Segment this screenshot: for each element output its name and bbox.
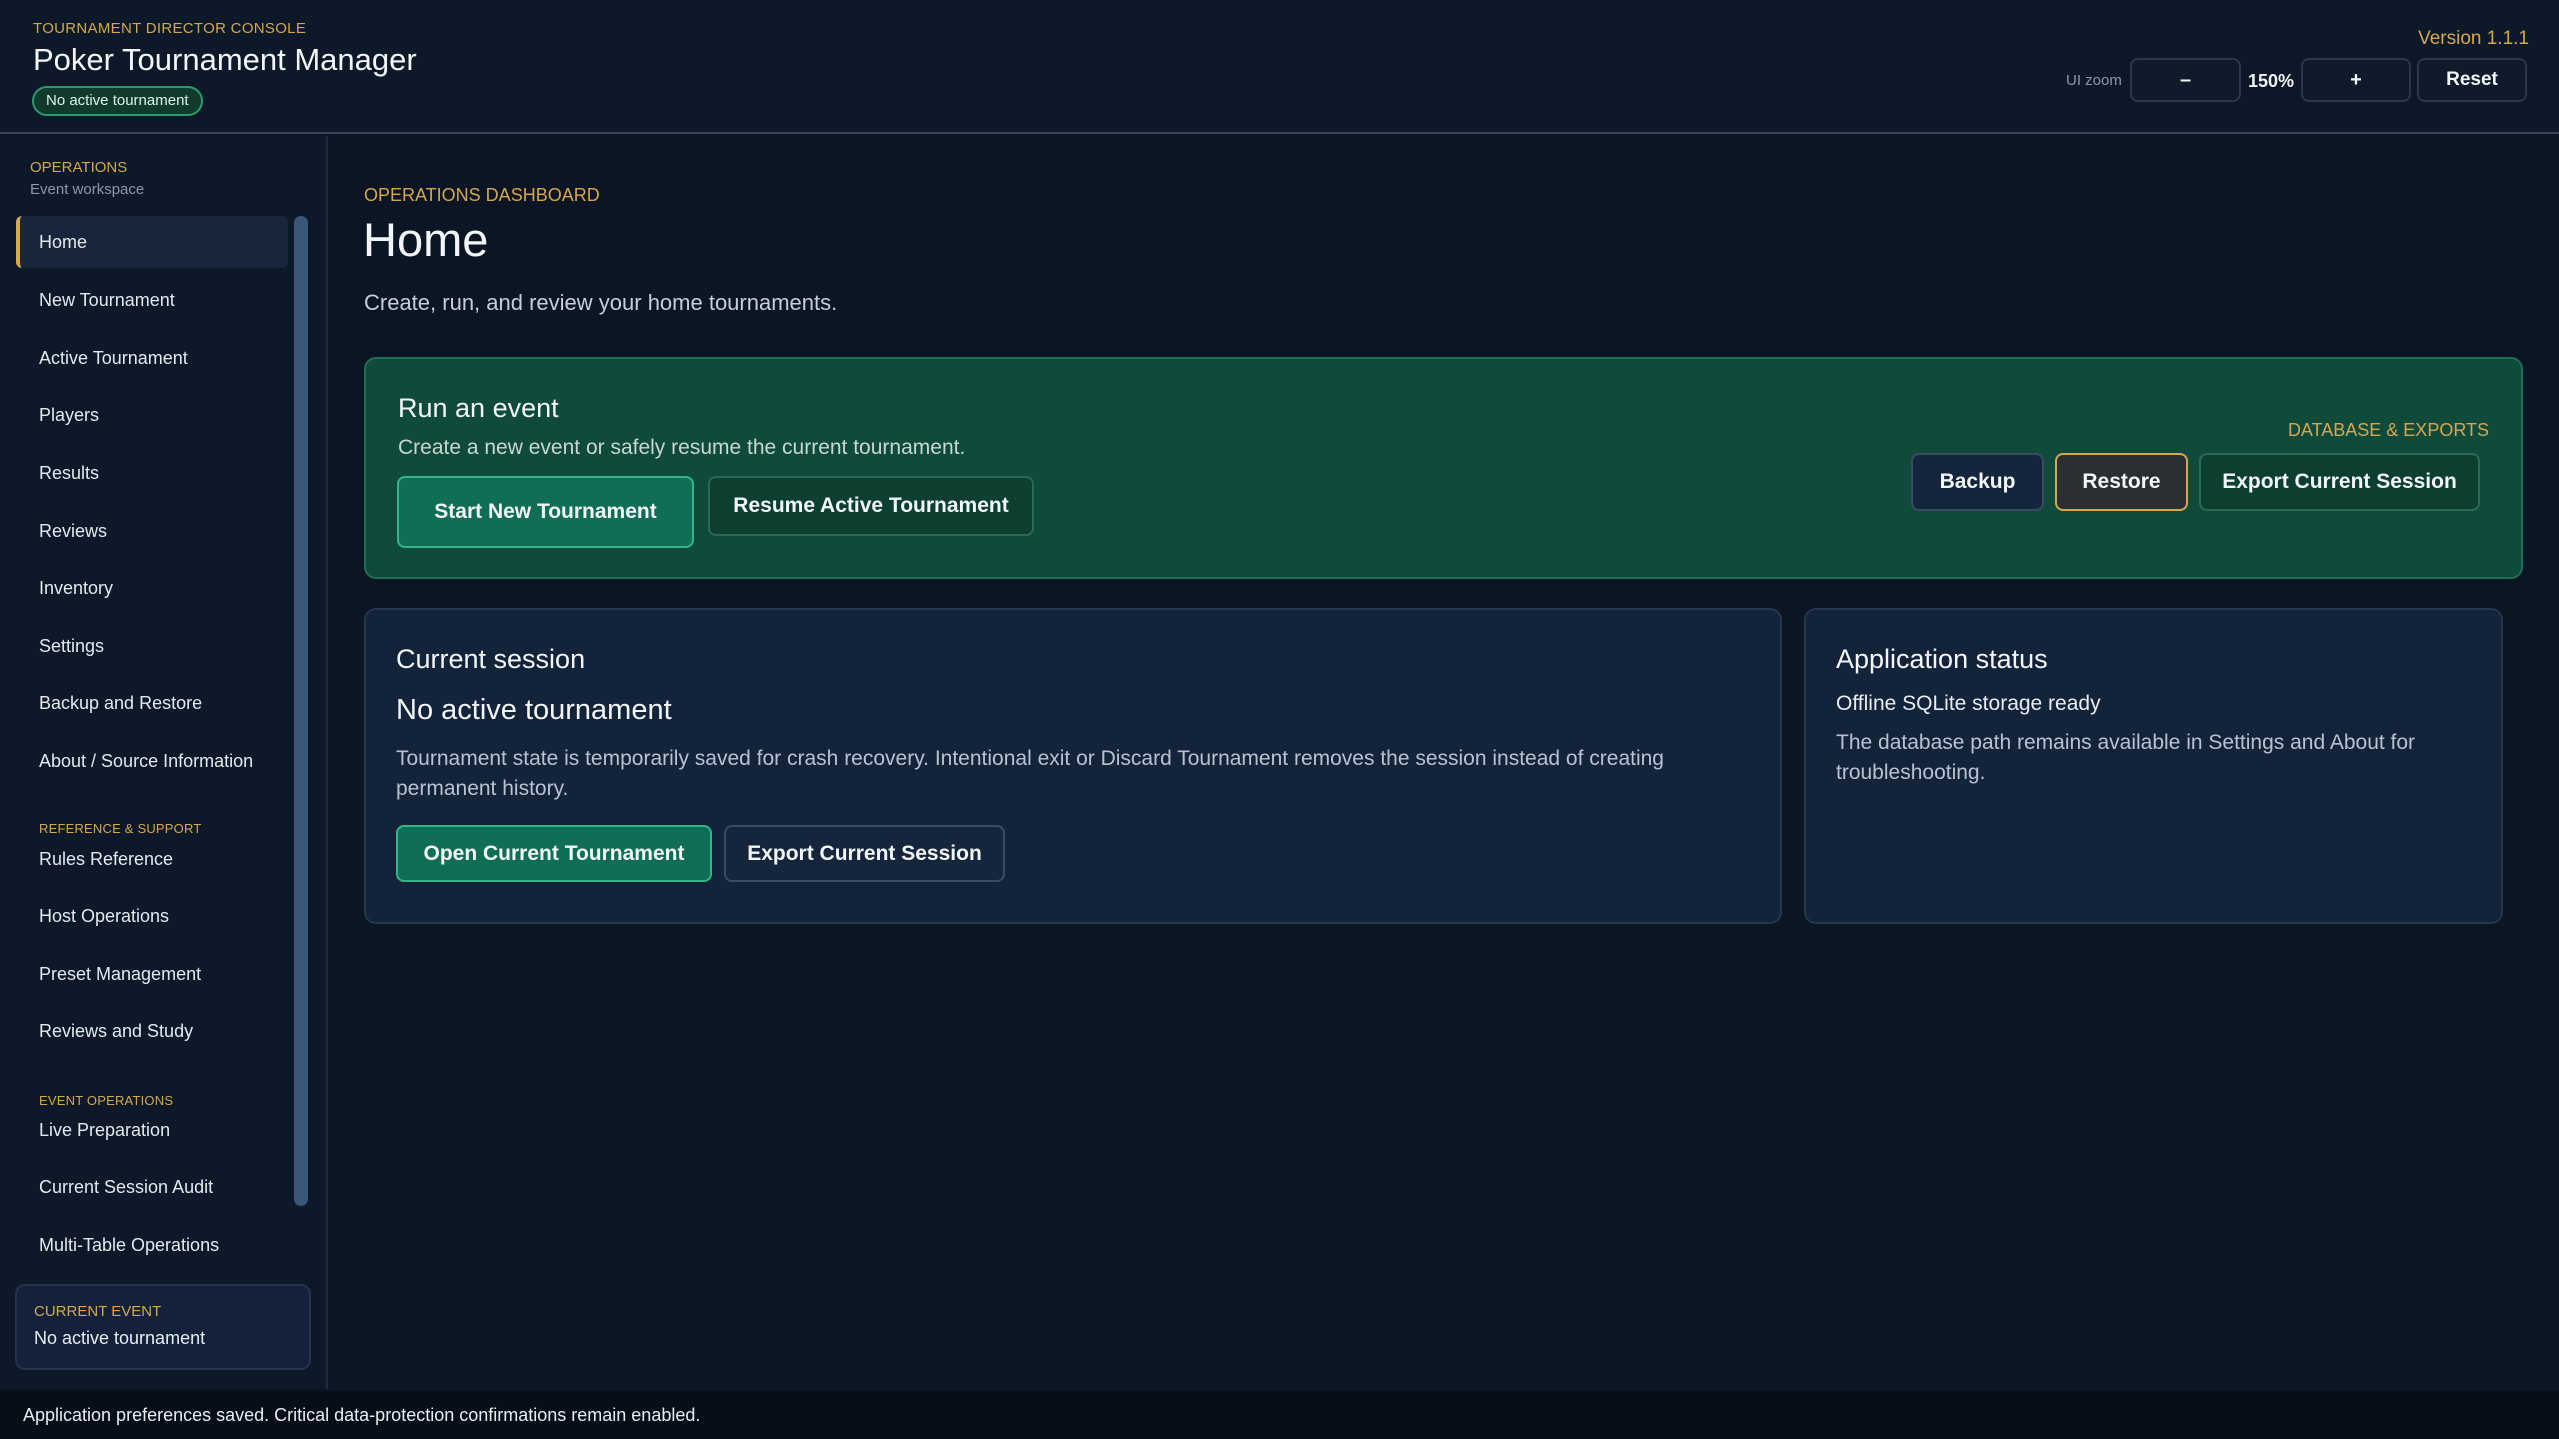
current-event-card: CURRENT EVENT No active tournament xyxy=(15,1284,311,1370)
run-event-card: Run an event Create a new event or safel… xyxy=(364,357,2523,579)
zoom-reset-button[interactable]: Reset xyxy=(2417,58,2527,102)
sidebar-scrollbar[interactable] xyxy=(294,216,308,1206)
sidebar-item-new-tournament[interactable]: New Tournament xyxy=(16,274,288,326)
open-current-tournament-button[interactable]: Open Current Tournament xyxy=(396,825,712,882)
version-label: Version 1.1.1 xyxy=(2418,28,2529,49)
sidebar-item-settings[interactable]: Settings xyxy=(16,620,288,672)
console-eyebrow: TOURNAMENT DIRECTOR CONSOLE xyxy=(33,20,307,37)
status-bar: Application preferences saved. Critical … xyxy=(0,1391,2559,1439)
sidebar-item-home[interactable]: Home xyxy=(16,216,288,268)
run-event-subtitle: Create a new event or safely resume the … xyxy=(398,436,966,459)
current-session-description: Tournament state is temporarily saved fo… xyxy=(396,747,1664,800)
sidebar-item-results[interactable]: Results xyxy=(16,447,288,499)
application-status-value: Offline SQLite storage ready xyxy=(1836,692,2101,715)
app-header: TOURNAMENT DIRECTOR CONSOLE Poker Tourna… xyxy=(0,0,2559,134)
start-new-tournament-button[interactable]: Start New Tournament xyxy=(397,476,694,548)
sidebar-eyebrow: OPERATIONS xyxy=(30,159,128,176)
current-event-label: CURRENT EVENT xyxy=(34,1303,162,1320)
sidebar-item-live-preparation[interactable]: Live Preparation xyxy=(16,1104,288,1156)
resume-active-tournament-button[interactable]: Resume Active Tournament xyxy=(708,476,1034,536)
sidebar-item-reviews[interactable]: Reviews xyxy=(16,505,288,557)
current-session-panel: Current session No active tournament Tou… xyxy=(364,608,1782,924)
zoom-label: UI zoom xyxy=(2066,72,2122,89)
sidebar: OPERATIONS Event workspace Home New Tour… xyxy=(0,136,328,1389)
app-title: Poker Tournament Manager xyxy=(33,42,417,77)
application-status-heading: Application status xyxy=(1836,644,2048,674)
page-title: Home xyxy=(363,213,489,266)
sidebar-item-about[interactable]: About / Source Information xyxy=(16,735,288,787)
sidebar-item-preset-management[interactable]: Preset Management xyxy=(16,948,288,1000)
tournament-status-pill: No active tournament xyxy=(32,86,203,116)
current-session-heading: Current session xyxy=(396,644,586,674)
sidebar-item-backup-restore[interactable]: Backup and Restore xyxy=(16,677,288,729)
current-event-value: No active tournament xyxy=(34,1328,206,1348)
zoom-decrease-button[interactable]: – xyxy=(2130,58,2241,102)
sidebar-item-active-tournament[interactable]: Active Tournament xyxy=(16,332,288,384)
sidebar-subtitle: Event workspace xyxy=(30,181,145,198)
sidebar-item-players[interactable]: Players xyxy=(16,389,288,441)
sidebar-item-reviews-study[interactable]: Reviews and Study xyxy=(16,1005,288,1057)
sidebar-item-host-operations[interactable]: Host Operations xyxy=(16,890,288,942)
sidebar-item-session-audit[interactable]: Current Session Audit xyxy=(16,1161,288,1213)
application-status-description: The database path remains available in S… xyxy=(1836,731,2416,784)
backup-button[interactable]: Backup xyxy=(1911,453,2044,511)
sidebar-item-inventory[interactable]: Inventory xyxy=(16,562,288,614)
sidebar-item-multi-table[interactable]: Multi-Table Operations xyxy=(16,1219,288,1271)
export-current-session-button[interactable]: Export Current Session xyxy=(2199,453,2480,511)
run-event-title: Run an event xyxy=(398,393,559,423)
current-session-status: No active tournament xyxy=(396,694,672,726)
database-exports-label: DATABASE & EXPORTS xyxy=(2287,420,2489,440)
dashboard-eyebrow: OPERATIONS DASHBOARD xyxy=(364,185,600,205)
restore-button[interactable]: Restore xyxy=(2055,453,2188,511)
zoom-value: 150% xyxy=(2248,71,2295,91)
zoom-increase-button[interactable]: + xyxy=(2301,58,2411,102)
export-current-session-button-secondary[interactable]: Export Current Session xyxy=(724,825,1005,882)
application-status-panel: Application status Offline SQLite storag… xyxy=(1804,608,2503,924)
sidebar-item-rules-reference[interactable]: Rules Reference xyxy=(16,833,288,885)
page-description: Create, run, and review your home tourna… xyxy=(364,290,838,315)
